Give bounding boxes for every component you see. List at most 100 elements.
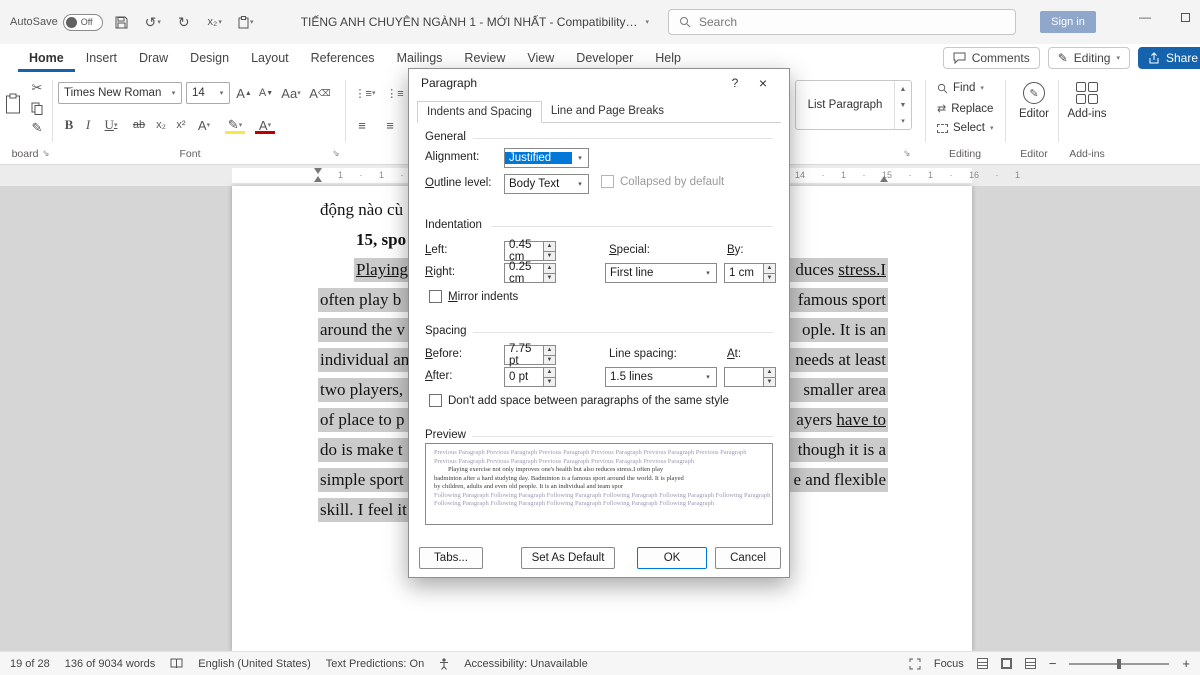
document-title-area[interactable]: TIẾNG ANH CHUYÊN NGÀNH 1 - MỚI NHẤT - Co… bbox=[301, 15, 649, 29]
cancel-button[interactable]: Cancel bbox=[715, 547, 781, 569]
numbering-icon[interactable]: ⋮≡ bbox=[384, 82, 406, 104]
dont-add-space-checkbox[interactable]: Don't add space between paragraphs of th… bbox=[429, 394, 729, 407]
font-name-combobox[interactable]: Times New Roman ▾ bbox=[58, 82, 182, 104]
line-spacing-dropdown[interactable]: 1.5 lines ▾ bbox=[605, 367, 717, 387]
clipboard-dialog-launcher-icon[interactable]: ⇘ bbox=[42, 148, 50, 159]
replace-button[interactable]: ⇄ Replace bbox=[937, 102, 993, 115]
dialog-close-icon[interactable]: × bbox=[749, 75, 777, 91]
find-button[interactable]: Find ▾ bbox=[937, 82, 984, 94]
by-spinner[interactable]: 1 cm ▲▼ bbox=[724, 263, 776, 283]
at-spinner[interactable]: ▲▼ bbox=[724, 367, 776, 387]
spin-up-icon[interactable]: ▲ bbox=[544, 368, 555, 378]
by-value[interactable]: 1 cm bbox=[724, 263, 763, 283]
chevron-down-icon[interactable]: ▾ bbox=[166, 89, 181, 97]
zoom-slider-thumb[interactable] bbox=[1117, 659, 1121, 669]
ok-button[interactable]: OK bbox=[637, 547, 707, 569]
change-case-icon[interactable]: Aa▾ bbox=[278, 82, 304, 104]
tab-draw[interactable]: Draw bbox=[128, 44, 179, 72]
proofing-icon[interactable] bbox=[170, 658, 183, 669]
font-color-icon[interactable]: A▾ bbox=[252, 114, 278, 136]
outline-level-dropdown[interactable]: Body Text ▾ bbox=[504, 174, 589, 194]
grow-font-icon[interactable]: A▲ bbox=[234, 82, 254, 104]
share-button[interactable]: Share bbox=[1138, 47, 1200, 69]
indent-right-value[interactable]: 0.25 cm bbox=[504, 263, 543, 283]
align-center-icon[interactable]: ≡ bbox=[380, 114, 400, 136]
redo-icon[interactable]: ↻ bbox=[172, 9, 196, 35]
right-indent-marker[interactable] bbox=[880, 176, 888, 182]
mirror-indents-checkbox[interactable]: Mirror indents bbox=[429, 290, 518, 303]
clear-formatting-icon[interactable]: A⌫ bbox=[308, 82, 332, 104]
word-count[interactable]: 136 of 9034 words bbox=[65, 658, 156, 670]
hanging-indent-marker[interactable] bbox=[314, 176, 322, 182]
autosave-toggle[interactable]: Off bbox=[63, 14, 103, 31]
bold-icon[interactable]: B bbox=[60, 114, 78, 136]
add-ins-button[interactable]: Add-ins bbox=[1063, 82, 1111, 120]
tab-home[interactable]: Home bbox=[18, 44, 75, 72]
text-effects-icon[interactable]: A▾ bbox=[192, 114, 216, 136]
tab-layout[interactable]: Layout bbox=[240, 44, 300, 72]
web-layout-icon[interactable] bbox=[1025, 658, 1036, 669]
spacing-after-spinner[interactable]: 0 pt ▲▼ bbox=[504, 367, 556, 387]
editor-button[interactable]: ✎ Editor bbox=[1012, 82, 1056, 120]
indent-right-spinner[interactable]: 0.25 cm ▲▼ bbox=[504, 263, 556, 283]
spacing-before-spinner[interactable]: 7.75 pt ▲▼ bbox=[504, 345, 556, 365]
gallery-more-icon[interactable]: ▾ bbox=[895, 113, 911, 129]
format-painter-icon[interactable]: ✎ bbox=[28, 120, 46, 136]
checkbox-icon[interactable] bbox=[429, 290, 442, 303]
chevron-down-icon[interactable]: ▾ bbox=[700, 373, 716, 381]
cut-icon[interactable]: ✂ bbox=[28, 80, 46, 96]
paste-button[interactable] bbox=[2, 84, 24, 124]
read-mode-icon[interactable] bbox=[977, 658, 988, 669]
spin-up-icon[interactable]: ▲ bbox=[544, 346, 555, 356]
alignment-dropdown[interactable]: Justified ▾ bbox=[504, 148, 589, 168]
spin-down-icon[interactable]: ▼ bbox=[544, 252, 555, 261]
tab-design[interactable]: Design bbox=[179, 44, 240, 72]
strikethrough-icon[interactable]: ab bbox=[128, 114, 150, 136]
doc-line[interactable]: 15, spo bbox=[354, 228, 408, 252]
select-button[interactable]: Select ▾ bbox=[937, 122, 993, 134]
paste-quick-icon[interactable]: ▾ bbox=[234, 9, 258, 35]
indent-left-spinner[interactable]: 0.45 cm ▲▼ bbox=[504, 241, 556, 261]
spin-down-icon[interactable]: ▼ bbox=[544, 356, 555, 365]
underline-icon[interactable]: U▾ bbox=[98, 114, 124, 136]
comments-button[interactable]: Comments bbox=[943, 47, 1040, 69]
first-line-indent-marker[interactable] bbox=[314, 168, 322, 174]
paragraph-dialog-launcher-icon[interactable]: ⇘ bbox=[903, 148, 911, 159]
tab-insert[interactable]: Insert bbox=[75, 44, 128, 72]
chevron-down-icon[interactable]: ▾ bbox=[214, 89, 229, 97]
gallery-up-icon[interactable]: ▲ bbox=[895, 81, 911, 97]
set-as-default-button[interactable]: Set As Default bbox=[521, 547, 615, 569]
restore-icon[interactable] bbox=[1181, 13, 1190, 22]
search-input[interactable]: Search bbox=[668, 9, 1016, 35]
subscript-quick-icon[interactable]: x₂▾ bbox=[203, 9, 227, 35]
zoom-slider[interactable] bbox=[1069, 663, 1169, 665]
tab-references[interactable]: References bbox=[300, 44, 386, 72]
autosave-control[interactable]: AutoSave Off bbox=[10, 14, 103, 31]
save-icon[interactable] bbox=[110, 9, 134, 35]
accessibility-indicator[interactable]: Accessibility: Unavailable bbox=[464, 658, 588, 670]
page-indicator[interactable]: 19 of 28 bbox=[10, 658, 50, 670]
spin-up-icon[interactable]: ▲ bbox=[764, 368, 775, 378]
editing-mode-button[interactable]: ✎ Editing ▾ bbox=[1048, 47, 1130, 69]
spin-down-icon[interactable]: ▼ bbox=[764, 274, 775, 283]
bullets-icon[interactable]: ⋮≡▾ bbox=[352, 82, 378, 104]
chevron-down-icon[interactable]: ▾ bbox=[700, 269, 716, 277]
subscript-icon[interactable]: x₂ bbox=[152, 114, 170, 136]
highlight-color-icon[interactable]: ✎▾ bbox=[222, 114, 248, 136]
dialog-help-icon[interactable]: ? bbox=[721, 76, 749, 90]
indent-left-value[interactable]: 0.45 cm bbox=[504, 241, 543, 261]
tab-indents-and-spacing[interactable]: Indents and Spacing bbox=[417, 101, 542, 123]
special-dropdown[interactable]: First line ▾ bbox=[605, 263, 717, 283]
font-dialog-launcher-icon[interactable]: ⇘ bbox=[332, 148, 340, 159]
gallery-down-icon[interactable]: ▼ bbox=[895, 97, 911, 113]
checkbox-icon[interactable] bbox=[429, 394, 442, 407]
print-layout-icon[interactable] bbox=[1001, 658, 1012, 669]
zoom-in-icon[interactable]: + bbox=[1182, 656, 1190, 671]
spin-down-icon[interactable]: ▼ bbox=[544, 274, 555, 283]
copy-icon[interactable] bbox=[28, 100, 46, 116]
font-size-combobox[interactable]: 14 ▾ bbox=[186, 82, 230, 104]
style-gallery[interactable]: List Paragraph ▲ ▼ ▾ bbox=[795, 80, 912, 130]
superscript-icon[interactable]: x² bbox=[172, 114, 190, 136]
focus-button[interactable]: Focus bbox=[934, 658, 964, 670]
dialog-title-bar[interactable]: Paragraph ? × bbox=[409, 69, 789, 97]
